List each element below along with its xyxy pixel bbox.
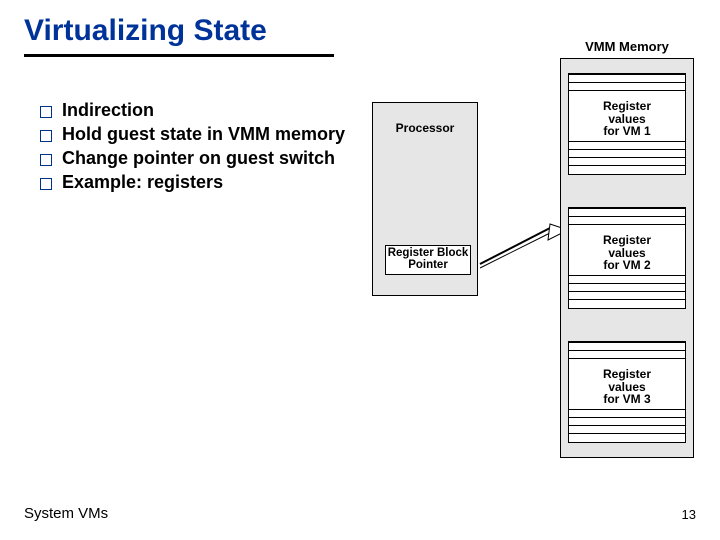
page-number: 13 — [682, 507, 696, 522]
list-item: Hold guest state in VMM memory — [40, 124, 350, 146]
memory-block-label: Register values for VM 2 — [568, 233, 686, 275]
processor-box: Processor Register Block Pointer — [372, 102, 478, 296]
memory-block-label: Register values for VM 3 — [568, 367, 686, 409]
bullet-text: Hold guest state in VMM memory — [62, 124, 345, 146]
register-block-line2: Pointer — [386, 259, 470, 272]
memory-block-line: for VM 3 — [569, 393, 685, 406]
bullet-text: Example: registers — [62, 172, 223, 194]
register-block-line1: Register Block — [386, 247, 470, 260]
list-item: Change pointer on guest switch — [40, 148, 350, 170]
vmm-memory-box: VMM Memory Register values for VM 1 — [560, 58, 694, 458]
processor-label: Processor — [373, 121, 477, 135]
vmm-memory-title: VMM Memory — [561, 39, 693, 54]
memory-block: Register values for VM 2 — [568, 207, 686, 315]
list-item: Indirection — [40, 100, 350, 122]
memory-block-line: Register — [569, 368, 685, 381]
memory-block-line: for VM 2 — [569, 259, 685, 272]
footer-left: System VMs — [24, 505, 108, 522]
arrow-icon — [478, 216, 568, 276]
bullet-icon — [40, 106, 52, 118]
bullet-text: Change pointer on guest switch — [62, 148, 335, 170]
title-underline — [24, 54, 334, 57]
bullet-icon — [40, 178, 52, 190]
memory-block-label: Register values for VM 1 — [568, 99, 686, 141]
list-item: Example: registers — [40, 172, 350, 194]
register-block-pointer: Register Block Pointer — [385, 245, 471, 275]
bullet-text: Indirection — [62, 100, 154, 122]
memory-block-line: for VM 1 — [569, 125, 685, 138]
slide: Virtualizing State Indirection Hold gues… — [0, 0, 720, 540]
bullet-icon — [40, 154, 52, 166]
memory-block: Register values for VM 1 — [568, 73, 686, 181]
bullet-list: Indirection Hold guest state in VMM memo… — [40, 100, 350, 196]
memory-block-line: Register — [569, 234, 685, 247]
bullet-icon — [40, 130, 52, 142]
memory-block-line: Register — [569, 100, 685, 113]
memory-block: Register values for VM 3 — [568, 341, 686, 449]
